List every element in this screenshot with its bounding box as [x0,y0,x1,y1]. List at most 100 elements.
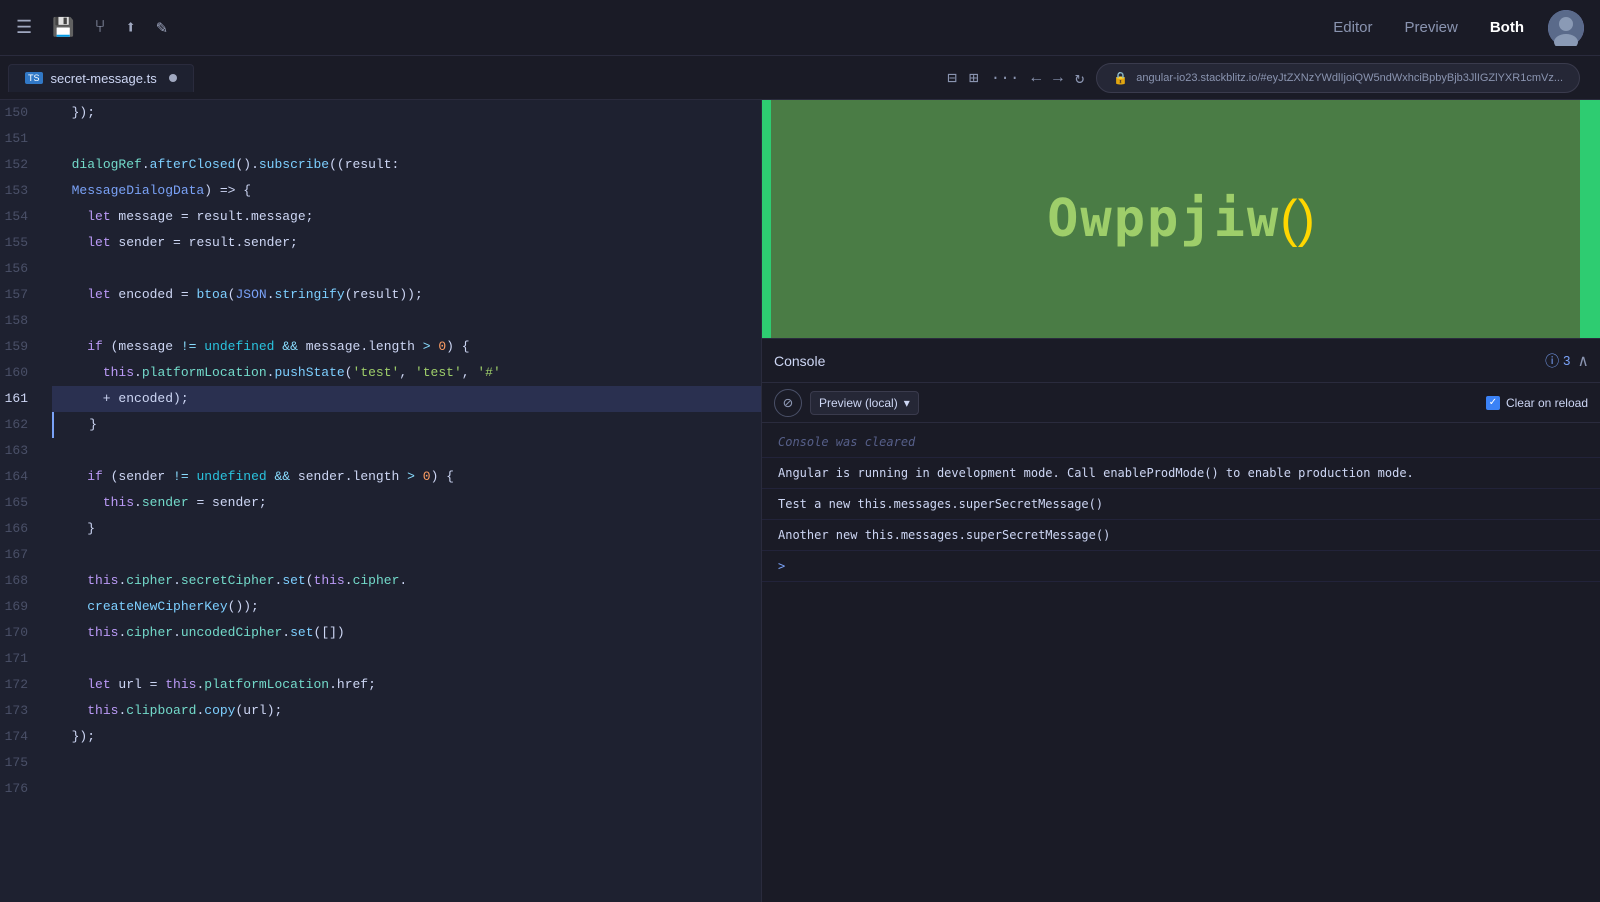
top-bar-left: ☰ 💾 ⑂ ⬆ ✎ [16,17,167,39]
nav-preview[interactable]: Preview [1404,19,1457,36]
right-green-strip [1580,100,1600,338]
fork-icon[interactable]: ⑂ [95,18,106,38]
line-num-150: 150 [0,100,44,126]
line-num-159: 159 [0,334,44,360]
url-input-bar[interactable]: 🔒 angular-io23.stackblitz.io/#eyJtZXNzYW… [1096,63,1580,93]
code-line-159: if (message != undefined && message.leng… [52,334,761,360]
console-msg-cleared: Console was cleared [762,427,1600,458]
console-panel: Console ⓘ 3 ∧ ⊘ Preview (local) ▾ ✓ Clea… [762,338,1600,902]
line-num-157: 157 [0,282,44,308]
line-num-171: 171 [0,646,44,672]
line-num-175: 175 [0,750,44,776]
line-num-169: 169 [0,594,44,620]
code-line-151 [52,126,761,152]
code-line-160: this.platformLocation.pushState('test', … [52,360,761,386]
main-layout: 150 151 152 153 154 155 156 157 158 159 … [0,100,1600,902]
tab-bar-right: ⊟ ⊞ ··· ← → ↻ 🔒 angular-io23.stackblitz.… [947,63,1592,93]
code-editor: 150 151 152 153 154 155 156 157 158 159 … [0,100,762,902]
code-lines[interactable]: }); dialogRef.afterClosed().subscribe((r… [52,100,761,902]
line-num-165: 165 [0,490,44,516]
preview-background: Owppjiw() [762,100,1600,338]
lock-icon: 🔒 [1113,71,1128,85]
info-icon: ⓘ [1545,351,1559,371]
line-num-168: 168 [0,568,44,594]
console-header: Console ⓘ 3 ∧ [762,339,1600,383]
console-badge-count: 3 [1563,353,1570,368]
code-line-163 [52,438,761,464]
save-icon[interactable]: 💾 [52,17,74,39]
code-line-158 [52,308,761,334]
clear-on-reload-container: ✓ Clear on reload [1486,396,1588,410]
share-icon[interactable]: ⬆ [125,17,136,39]
code-line-153: MessageDialogData) => { [52,178,761,204]
console-toolbar: ⊘ Preview (local) ▾ ✓ Clear on reload [762,383,1600,423]
clear-on-reload-checkbox[interactable]: ✓ [1486,396,1500,410]
clear-on-reload-label: Clear on reload [1506,396,1588,410]
more-icon[interactable]: ··· [991,69,1020,87]
ts-badge: TS [25,72,43,84]
code-line-166: } [52,516,761,542]
layout-icon[interactable]: ⊞ [969,68,979,88]
edit-icon[interactable]: ✎ [156,17,167,39]
code-line-170: this.cipher.uncodedCipher.set([]) [52,620,761,646]
code-line-168: this.cipher.secretCipher.set(this.cipher… [52,568,761,594]
line-num-155: 155 [0,230,44,256]
nav-editor[interactable]: Editor [1333,19,1372,36]
preview-area: Owppjiw() [762,100,1600,338]
line-num-161: 161 [0,386,44,412]
code-line-161: + encoded); [52,386,761,412]
code-line-165: this.sender = sender; [52,490,761,516]
code-line-167 [52,542,761,568]
line-num-153: 153 [0,178,44,204]
line-num-174: 174 [0,724,44,750]
nav-both[interactable]: Both [1490,19,1524,36]
avatar[interactable] [1548,10,1584,46]
console-msg-3: Another new this.messages.superSecretMes… [762,520,1600,551]
tab-filename: secret-message.ts [51,71,157,86]
code-line-157: let encoded = btoa(JSON.stringify(result… [52,282,761,308]
top-bar: ☰ 💾 ⑂ ⬆ ✎ Editor Preview Both [0,0,1600,56]
dropdown-arrow: ▾ [904,396,910,410]
source-label: Preview (local) [819,396,898,410]
preview-title: Owppjiw [1047,189,1280,249]
line-num-156: 156 [0,256,44,282]
forward-icon[interactable]: → [1053,69,1063,87]
code-line-174: }); [52,724,761,750]
line-num-151: 151 [0,126,44,152]
line-num-154: 154 [0,204,44,230]
code-line-152: dialogRef.afterClosed().subscribe((resul… [52,152,761,178]
console-info-badge: ⓘ 3 [1545,351,1570,371]
code-line-155: let sender = result.sender; [52,230,761,256]
file-tab[interactable]: TS secret-message.ts [8,64,194,92]
hamburger-icon[interactable]: ☰ [16,17,32,39]
code-line-156 [52,256,761,282]
line-num-173: 173 [0,698,44,724]
back-icon[interactable]: ← [1031,69,1041,87]
code-line-172: let url = this.platformLocation.href; [52,672,761,698]
code-line-162: } [52,412,761,438]
line-num-158: 158 [0,308,44,334]
console-source-select[interactable]: Preview (local) ▾ [810,391,919,415]
line-num-152: 152 [0,152,44,178]
reload-icon[interactable]: ↻ [1075,68,1085,88]
console-msg-1: Angular is running in development mode. … [762,458,1600,489]
code-line-171 [52,646,761,672]
url-text: angular-io23.stackblitz.io/#eyJtZXNzYWdl… [1136,72,1563,84]
console-prompt[interactable]: > [762,551,1600,582]
console-clear-button[interactable]: ⊘ [774,389,802,417]
line-num-166: 166 [0,516,44,542]
code-line-150: }); [52,100,761,126]
line-num-160: 160 [0,360,44,386]
console-expand-icon[interactable]: ∧ [1578,351,1588,371]
console-messages: Console was cleared Angular is running i… [762,423,1600,902]
prompt-arrow: > [778,557,785,575]
line-num-170: 170 [0,620,44,646]
code-line-164: if (sender != undefined && sender.length… [52,464,761,490]
code-line-173: this.clipboard.copy(url); [52,698,761,724]
line-num-164: 164 [0,464,44,490]
line-num-172: 172 [0,672,44,698]
line-num-163: 163 [0,438,44,464]
code-line-154: let message = result.message; [52,204,761,230]
split-icon[interactable]: ⊟ [947,68,957,88]
console-msg-2: Test a new this.messages.superSecretMess… [762,489,1600,520]
